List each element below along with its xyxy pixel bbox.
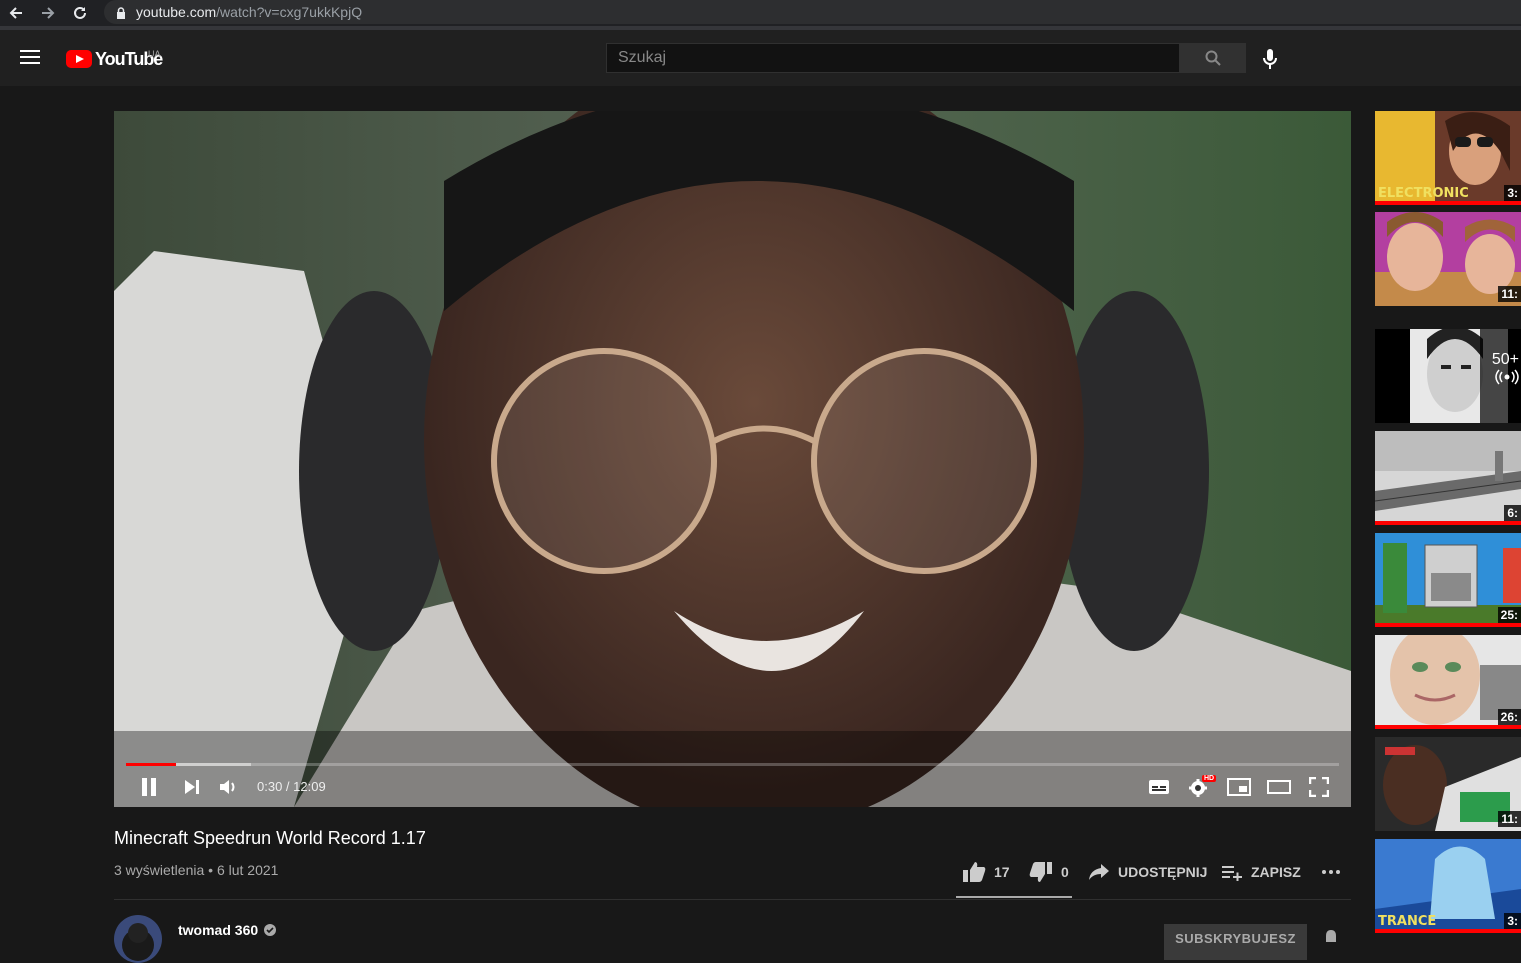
- share-button[interactable]: UDOSTĘPNIJ: [1088, 860, 1207, 884]
- like-button[interactable]: 17: [962, 860, 1010, 884]
- search-icon: [1205, 50, 1221, 66]
- video-duration: 6:: [1504, 505, 1521, 521]
- channel-name: twomad 360: [178, 922, 259, 938]
- watched-progress-bar: [1375, 725, 1521, 729]
- save-button[interactable]: ZAPISZ: [1221, 860, 1301, 884]
- reload-icon[interactable]: [70, 3, 90, 23]
- fullscreen-icon: [1309, 777, 1329, 797]
- url-domain: youtube.com: [136, 4, 217, 20]
- more-actions-button[interactable]: [1321, 860, 1349, 884]
- watched-progress-bar: [1375, 201, 1521, 205]
- mix-count: 50+: [1491, 351, 1519, 368]
- verified-check-icon: [264, 924, 277, 936]
- video-duration: 26:: [1497, 709, 1521, 725]
- video-meta: 3 wyświetlenia • 6 lut 2021: [114, 862, 279, 878]
- thumbs-down-icon: [1029, 862, 1052, 882]
- recommended-video-thumbnail[interactable]: ELECTRONIC 3:: [1375, 111, 1521, 205]
- video-title: Minecraft Speedrun World Record 1.17: [114, 828, 426, 848]
- channel-name-link[interactable]: twomad 360: [178, 922, 277, 938]
- recommended-mix-thumbnail[interactable]: 50+: [1375, 329, 1521, 423]
- volume-icon: [220, 780, 235, 794]
- voice-search-button[interactable]: [1260, 48, 1280, 70]
- notification-bell-icon[interactable]: [1322, 930, 1340, 942]
- next-button[interactable]: [180, 775, 204, 799]
- like-count: 17: [994, 864, 1010, 880]
- save-label: ZAPISZ: [1251, 864, 1301, 880]
- video-duration: 11:: [1498, 811, 1521, 827]
- browser-toolbar: youtube.com/watch?v=cxg7ukkKpjQ: [0, 0, 1521, 26]
- thumbnail-text: ELECTRONIC: [1378, 186, 1469, 201]
- mix-badge: 50+: [1492, 351, 1519, 390]
- search-button[interactable]: [1180, 43, 1246, 73]
- pause-icon: [142, 778, 156, 796]
- dislike-count: 0: [1061, 864, 1069, 880]
- channel-avatar[interactable]: [114, 915, 162, 963]
- menu-icon[interactable]: [20, 50, 40, 66]
- recommended-video-thumbnail[interactable]: 6:: [1375, 431, 1521, 525]
- youtube-play-icon: [66, 50, 92, 68]
- playlist-add-icon: [1222, 866, 1242, 881]
- back-arrow-icon[interactable]: [6, 3, 26, 23]
- video-player[interactable]: 0:30 / 12:09 HD: [114, 111, 1351, 807]
- url-path: /watch?v=cxg7ukkKpjQ: [216, 4, 363, 20]
- skip-next-icon: [185, 780, 199, 794]
- video-frame: [114, 111, 1351, 807]
- share-arrow-icon: [1089, 864, 1109, 880]
- more-horizontal-icon: [1322, 870, 1340, 874]
- recommended-video-thumbnail[interactable]: TRANCE 3:: [1375, 839, 1521, 933]
- mute-button[interactable]: [217, 775, 241, 799]
- miniplayer-icon: [1227, 778, 1251, 796]
- thumbs-up-icon: [963, 862, 986, 882]
- subscribe-button[interactable]: SUBSKRYBUJESZ: [1164, 924, 1307, 960]
- watched-progress-bar: [1375, 929, 1521, 933]
- divider: [114, 899, 1351, 900]
- fullscreen-button[interactable]: [1307, 775, 1331, 799]
- progress-fill: [126, 763, 176, 766]
- subtitles-button[interactable]: [1147, 775, 1171, 799]
- recommended-video-thumbnail[interactable]: 11:: [1375, 212, 1521, 306]
- country-code: UA: [148, 49, 161, 59]
- video-duration: 11:: [1498, 286, 1521, 302]
- pause-button[interactable]: [137, 775, 161, 799]
- lock-icon: [116, 6, 126, 24]
- hd-badge: HD: [1202, 775, 1217, 782]
- video-duration: 25:: [1497, 607, 1521, 623]
- time-display: 0:30 / 12:09: [257, 779, 326, 794]
- progress-bar[interactable]: [126, 763, 1339, 766]
- search-input[interactable]: [607, 44, 1158, 72]
- theater-mode-icon: [1267, 780, 1291, 794]
- search-box: [606, 43, 1180, 73]
- theater-mode-button[interactable]: [1267, 775, 1291, 799]
- dislike-button[interactable]: 0: [1029, 860, 1069, 884]
- watched-progress-bar: [1375, 521, 1521, 525]
- sentiment-bar: [956, 896, 1072, 898]
- share-label: UDOSTĘPNIJ: [1118, 864, 1208, 880]
- recommended-video-thumbnail[interactable]: 25:: [1375, 533, 1521, 627]
- radio-broadcast-icon: [1495, 369, 1519, 385]
- video-duration: 3:: [1504, 913, 1521, 929]
- watched-progress-bar: [1375, 623, 1521, 627]
- recommended-video-thumbnail[interactable]: 11:: [1375, 737, 1521, 831]
- miniplayer-button[interactable]: [1227, 775, 1251, 799]
- subtitles-icon: [1149, 780, 1169, 794]
- url-text[interactable]: youtube.com/watch?v=cxg7ukkKpjQ: [136, 4, 362, 20]
- recommended-video-thumbnail[interactable]: 26:: [1375, 635, 1521, 729]
- video-duration: 3:: [1504, 185, 1521, 201]
- thumbnail-text: TRANCE: [1378, 914, 1437, 929]
- forward-arrow-icon[interactable]: [38, 3, 58, 23]
- microphone-icon: [1263, 49, 1277, 69]
